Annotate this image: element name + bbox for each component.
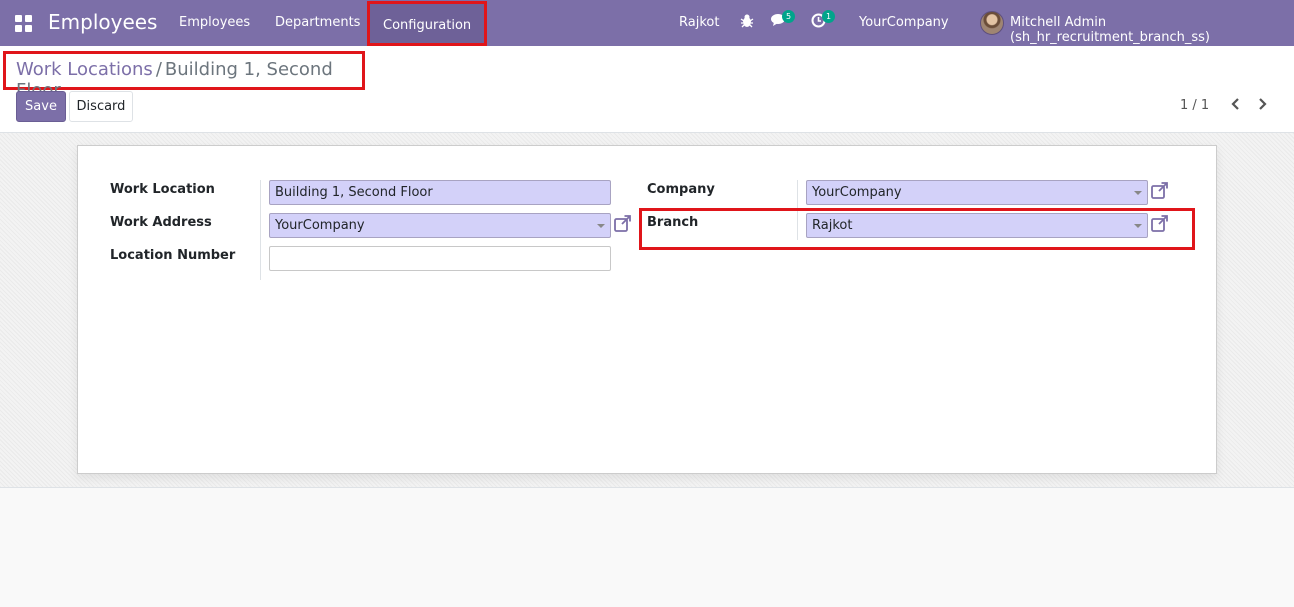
company-switcher[interactable]: YourCompany xyxy=(859,15,949,30)
activities-count-badge: 1 xyxy=(822,10,835,23)
form-view: Work Location Work Address Location Numb… xyxy=(0,133,1294,488)
page-footer-area xyxy=(0,488,1294,607)
work-location-input[interactable]: Building 1, Second Floor xyxy=(269,180,611,205)
branch-switcher[interactable]: Rajkot xyxy=(679,15,719,30)
company-select[interactable]: YourCompany xyxy=(806,180,1148,205)
app-title[interactable]: Employees xyxy=(48,10,157,34)
company-label: Company xyxy=(647,182,715,197)
location-number-label: Location Number xyxy=(110,248,236,263)
branch-value: Rajkot xyxy=(812,218,853,233)
debug-bug-icon[interactable] xyxy=(740,13,754,33)
control-panel: Work Locations/Building 1, Second Floor … xyxy=(0,46,1294,133)
work-address-value: YourCompany xyxy=(275,218,365,233)
location-number-input[interactable] xyxy=(269,246,611,271)
chevron-down-icon xyxy=(597,224,605,228)
breadcrumb: Work Locations/Building 1, Second Floor xyxy=(3,51,365,101)
menu-configuration[interactable]: Configuration xyxy=(367,1,488,46)
menu-employees[interactable]: Employees xyxy=(179,15,250,30)
form-sheet: Work Location Work Address Location Numb… xyxy=(77,145,1217,474)
menu-departments[interactable]: Departments xyxy=(275,15,360,30)
work-address-label: Work Address xyxy=(110,215,212,230)
top-navbar: Employees Employees Departments Configur… xyxy=(0,0,1294,46)
work-address-select[interactable]: YourCompany xyxy=(269,213,611,238)
branch-label: Branch xyxy=(647,215,699,230)
user-avatar[interactable] xyxy=(980,11,1004,35)
apps-menu-icon[interactable] xyxy=(15,15,32,32)
branch-select[interactable]: Rajkot xyxy=(806,213,1148,238)
breadcrumb-parent-link[interactable]: Work Locations xyxy=(16,59,153,80)
chevron-down-icon xyxy=(1134,224,1142,228)
chevron-down-icon xyxy=(1134,191,1142,195)
pager-previous-icon[interactable] xyxy=(1229,96,1241,115)
external-link-icon[interactable] xyxy=(1150,214,1170,234)
external-link-icon[interactable] xyxy=(1150,181,1170,201)
external-link-icon[interactable] xyxy=(613,214,633,234)
work-location-label: Work Location xyxy=(110,182,215,197)
breadcrumb-separator: / xyxy=(155,59,162,80)
user-menu[interactable]: Mitchell Admin (sh_hr_recruitment_branch… xyxy=(1010,15,1294,45)
pager-value[interactable]: 1 / 1 xyxy=(1180,98,1209,113)
company-value: YourCompany xyxy=(812,185,902,200)
left-group-divider xyxy=(260,180,261,280)
messages-count-badge: 5 xyxy=(782,10,795,23)
pager-next-icon[interactable] xyxy=(1257,96,1269,115)
messages-icon[interactable]: 5 xyxy=(771,10,795,32)
save-button[interactable]: Save xyxy=(16,91,66,122)
discard-button[interactable]: Discard xyxy=(69,91,133,122)
activities-clock-icon[interactable]: 1 xyxy=(811,10,835,32)
